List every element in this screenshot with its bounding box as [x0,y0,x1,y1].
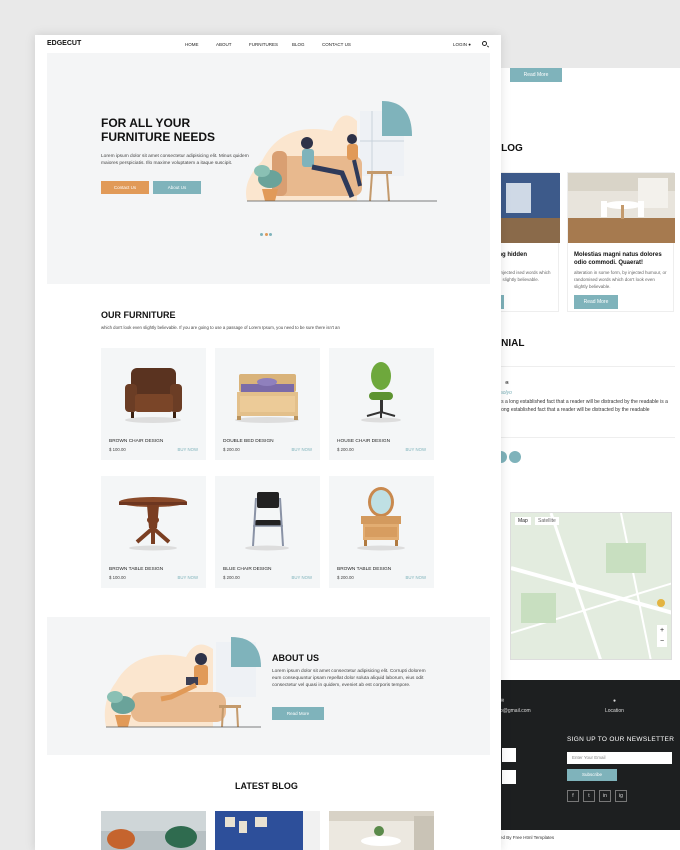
product-price: $ 200.00 [337,447,354,452]
location-text: Location [605,708,624,714]
newsletter-title: SIGN UP TO OUR NEWSLETTER [567,736,675,743]
login-link[interactable]: LOGIN ● [453,42,471,47]
nav-furnitures[interactable]: FURNITURES [249,42,278,47]
instagram-icon[interactable]: ig [615,790,627,802]
product-price: $ 100.00 [109,575,126,580]
carousel-dots[interactable] [260,223,274,241]
product-name: BLUE CHAIR DESIGN [223,567,272,572]
map-tab[interactable]: Map [515,517,531,525]
next-arrow-icon[interactable] [509,451,521,463]
background-page: Read More T BLOG rrassing hidden form, b… [475,68,680,850]
office-chair-icon [361,362,401,423]
read-more-button[interactable]: Read More [510,68,562,82]
footer-thumb [502,770,516,784]
blog-image [101,811,206,850]
product-name: BROWN TABLE DESIGN [109,567,164,572]
product-price: $ 100.00 [109,447,126,452]
user-icon: ● [468,42,471,47]
carousel-dot[interactable] [260,233,263,236]
product-name: BROWN TABLE DESIGN [337,567,392,572]
product-name: HOUSE CHAIR DESIGN [337,439,391,444]
table-icon [119,497,187,551]
footer-thumb [502,748,516,762]
product-price: $ 200.00 [223,447,240,452]
buy-now-link[interactable]: BUY NOW [406,575,426,580]
armchair-icon [125,368,182,423]
buy-now-link[interactable]: BUY NOW [178,447,198,452]
chair-icon [245,492,289,551]
blog-image [329,811,434,850]
about-title: ABOUT US [272,653,319,663]
main-page: EDGECUT HOME ABOUT FURNITURES BLOG CONTA… [35,35,501,850]
zoom-controls[interactable]: + − [657,625,667,647]
read-more-button[interactable]: Read More [272,707,324,720]
product-card[interactable]: BROWN CHAIR DESIGN $ 100.00 BUY NOW [101,348,206,460]
carousel-dot[interactable] [269,233,272,236]
map-graphic [511,513,671,659]
facebook-icon[interactable]: f [567,790,579,802]
footer: ✉ o@gmail.com ● Location SIGN UP TO OUR … [475,680,680,830]
twitter-icon[interactable]: t [583,790,595,802]
product-card[interactable]: BROWN TABLE DESIGN $ 200.00 BUY NOW [329,476,434,588]
furniture-title: OUR FURNITURE [101,310,176,320]
product-name: BROWN CHAIR DESIGN [109,439,164,444]
blog-card-title: Molestias magni natus dolores odio commo… [574,252,662,266]
contact-us-button[interactable]: Contact Us [101,181,149,194]
testimonial-name: aolyo [500,390,512,396]
product-card[interactable]: DOUBLE BED DESIGN $ 200.00 BUY NOW [215,348,320,460]
hero-title: FOR ALL YOUR FURNITURE NEEDS [101,116,216,144]
linkedin-icon[interactable]: in [599,790,611,802]
nav-contact[interactable]: CONTACT US [322,42,351,47]
product-card[interactable]: HOUSE CHAIR DESIGN $ 200.00 BUY NOW [329,348,434,460]
buy-now-link[interactable]: BUY NOW [406,447,426,452]
map[interactable]: Map Satellite + − [510,512,672,660]
nav-about[interactable]: ABOUT [216,42,232,47]
email-text: o@gmail.com [500,708,531,714]
hero-section: FOR ALL YOUR FURNITURE NEEDS Lorem ipsum… [47,53,490,284]
blog-card-button[interactable]: Read More [574,295,618,309]
quote-icon: “ [505,380,509,389]
carousel-dot[interactable] [264,233,268,236]
top-nav: EDGECUT HOME ABOUT FURNITURES BLOG CONTA… [35,35,501,53]
subscribe-button[interactable]: Subscribe [567,769,617,781]
nav-blog[interactable]: BLOG [292,42,305,47]
search-icon[interactable] [482,41,487,46]
product-price: $ 200.00 [223,575,240,580]
bed-icon [235,374,299,423]
location-icon: ● [613,698,617,704]
about-illustration [104,637,261,728]
blog-image [215,811,320,850]
hero-text: Lorem ipsum dolor sit amet consectetur a… [101,154,249,166]
logo[interactable]: EDGECUT [47,40,81,47]
blog-card: Molestias magni natus dolores odio commo… [567,172,675,312]
hero-illustration [246,101,437,202]
buy-now-link[interactable]: BUY NOW [178,575,198,580]
product-price: $ 200.00 [337,575,354,580]
buy-now-link[interactable]: BUY NOW [292,575,312,580]
buy-now-link[interactable]: BUY NOW [292,447,312,452]
login-label: LOGIN [453,42,468,47]
copyright: ed By Free Html Templates [500,835,555,840]
dressing-table-icon [357,487,405,551]
satellite-tab[interactable]: Satellite [535,517,559,525]
product-card[interactable]: BLUE CHAIR DESIGN $ 200.00 BUY NOW [215,476,320,588]
product-name: DOUBLE BED DESIGN [223,439,274,444]
about-us-button[interactable]: About Us [153,181,201,194]
blog-card-text: alteration in some form, by injected hum… [574,270,667,289]
furniture-subtitle: which don't look even slightly believabl… [101,325,340,330]
latest-blog-title: LATEST BLOG [235,781,298,791]
about-section: ABOUT US Lorem ipsum dolor sit amet cons… [47,617,490,755]
testimonial-text: is a long established fact that a reader… [500,399,668,413]
about-text: Lorem ipsum dolor sit amet consectetur a… [272,669,426,688]
nav-home[interactable]: HOME [185,42,199,47]
newsletter-input[interactable]: Enter Your Email [567,752,672,764]
blog-image [568,173,675,243]
product-card[interactable]: BROWN TABLE DESIGN $ 100.00 BUY NOW [101,476,206,588]
